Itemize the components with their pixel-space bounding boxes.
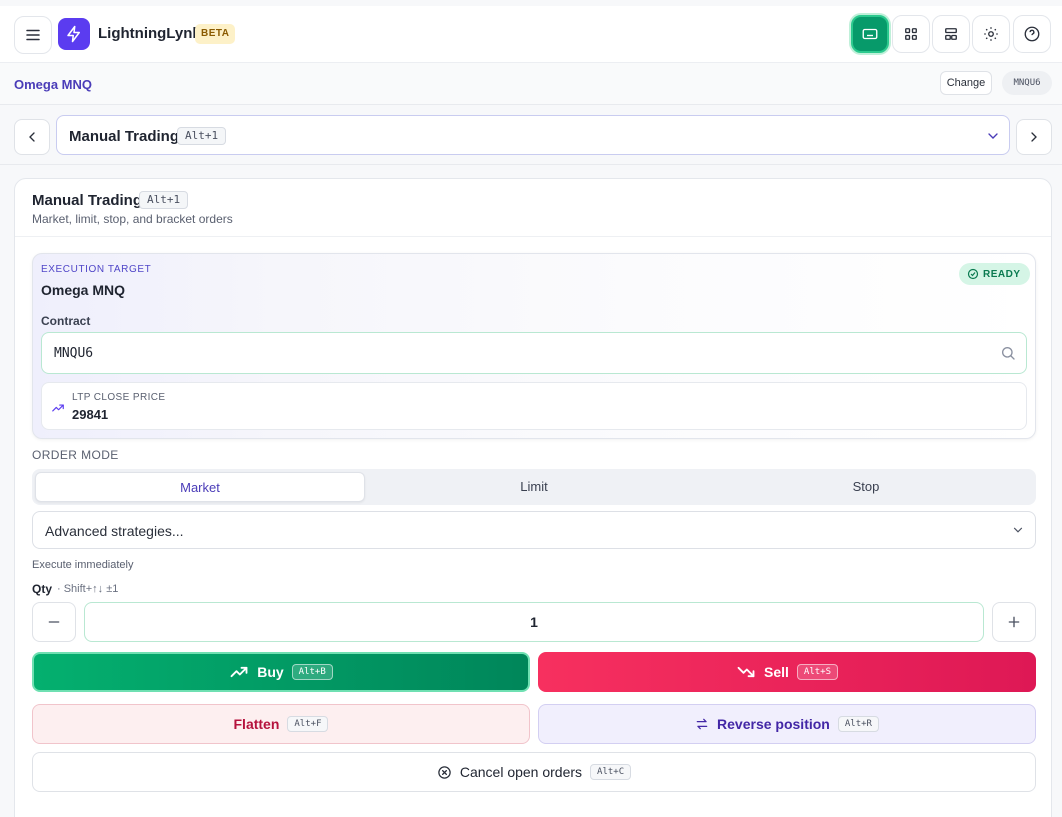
buy-label: Buy (257, 664, 284, 680)
order-mode-tabs: Market Limit Stop (32, 469, 1036, 505)
layout-icon (945, 28, 957, 40)
keyboard-icon (862, 28, 878, 40)
change-account-button[interactable]: Change (940, 71, 992, 95)
cancel-label: Cancel open orders (459, 764, 583, 780)
beta-badge: BETA (195, 24, 236, 44)
qty-decrement-button[interactable] (32, 602, 76, 642)
chevron-right-icon (1031, 132, 1037, 142)
buy-shortcut: Alt+B (291, 664, 333, 680)
grid-view-button[interactable] (892, 15, 930, 53)
reverse-position-button[interactable]: Reverse position Alt+R (538, 704, 1036, 744)
card-title: Manual Trading (32, 192, 143, 209)
status-text: READY (983, 268, 1021, 280)
sell-label: Sell (764, 664, 789, 680)
lightning-icon (67, 25, 80, 43)
trending-up-icon (230, 666, 248, 678)
tab-market[interactable]: Market (35, 472, 365, 502)
manual-trading-card: Manual Trading Alt+1 Market, limit, stop… (14, 178, 1052, 817)
chevron-down-icon (1013, 527, 1023, 533)
search-icon[interactable] (1000, 345, 1016, 361)
contract-label: Contract (41, 314, 91, 328)
strategy-nav: Manual Trading Alt+1 (0, 105, 1062, 165)
flatten-shortcut: Alt+F (287, 716, 329, 732)
contract-search-input[interactable]: MNQU6 (41, 332, 1027, 374)
menu-icon (26, 29, 40, 41)
qty-label: Qty (32, 582, 53, 596)
execution-target-label: EXECUTION TARGET (41, 264, 152, 275)
swap-arrows-icon (696, 718, 708, 730)
cancel-open-orders-button[interactable]: Cancel open orders Alt+C (32, 752, 1036, 792)
sell-shortcut: Alt+S (796, 664, 838, 680)
ltp-panel: LTP CLOSE PRICE 29841 (41, 382, 1027, 430)
flatten-label: Flatten (233, 716, 280, 732)
tab-limit[interactable]: Limit (369, 472, 699, 502)
order-mode-label: ORDER MODE (32, 448, 119, 462)
grid-icon (905, 28, 917, 40)
contract-pill: MNQU6 (1002, 71, 1052, 95)
buy-button[interactable]: Buy Alt+B (32, 652, 530, 692)
minus-icon (48, 621, 60, 623)
chevron-down-icon (988, 133, 998, 139)
ltp-value: 29841 (72, 407, 109, 422)
top-bar: LightningLynk BETA (0, 6, 1062, 63)
trending-down-icon (737, 666, 755, 678)
layout-button[interactable] (932, 15, 970, 53)
reverse-shortcut: Alt+R (837, 716, 879, 732)
order-mode-hint: Execute immediately (32, 559, 134, 571)
qty-input[interactable]: 1 (84, 602, 984, 642)
check-circle-icon (967, 268, 979, 280)
help-button[interactable] (1013, 15, 1051, 53)
execution-target-name: Omega MNQ (41, 282, 126, 298)
keyboard-shortcuts-button[interactable] (851, 15, 889, 53)
ltp-label: LTP CLOSE PRICE (72, 392, 166, 403)
account-name[interactable]: Omega MNQ (14, 77, 92, 92)
flatten-button[interactable]: Flatten Alt+F (32, 704, 530, 744)
brand-name: LightningLynk (98, 25, 201, 42)
trending-up-icon (52, 404, 64, 412)
reverse-label: Reverse position (717, 716, 830, 732)
contract-value: MNQU6 (54, 346, 94, 361)
settings-button[interactable] (972, 15, 1010, 53)
help-icon (1024, 26, 1040, 42)
gear-icon (984, 27, 998, 41)
brand-logo (58, 18, 90, 50)
advanced-strategies-select[interactable]: Advanced strategies... (32, 511, 1036, 549)
next-strategy-button[interactable] (1016, 119, 1052, 155)
card-subtitle: Market, limit, stop, and bracket orders (32, 212, 233, 226)
cancel-shortcut: Alt+C (590, 764, 632, 780)
card-header: Manual Trading Alt+1 Market, limit, stop… (15, 179, 1051, 237)
status-badge: READY (959, 263, 1030, 285)
strategy-select[interactable]: Manual Trading Alt+1 (56, 115, 1010, 155)
sell-button[interactable]: Sell Alt+S (538, 652, 1036, 692)
account-bar: Omega MNQ Change MNQU6 (0, 63, 1062, 105)
x-circle-icon (438, 765, 451, 779)
menu-button[interactable] (14, 16, 52, 54)
chevron-left-icon (29, 132, 35, 142)
strategy-shortcut: Alt+1 (177, 127, 227, 145)
prev-strategy-button[interactable] (14, 119, 50, 155)
execution-target-panel: EXECUTION TARGET Omega MNQ READY Contrac… (32, 253, 1036, 439)
qty-hint: · Shift+↑↓ ±1 (57, 583, 119, 595)
advanced-strategies-text: Advanced strategies... (45, 523, 184, 539)
plus-icon (1008, 616, 1020, 628)
tab-stop[interactable]: Stop (701, 472, 1031, 502)
strategy-title: Manual Trading (69, 128, 180, 145)
card-shortcut: Alt+1 (139, 191, 189, 209)
qty-increment-button[interactable] (992, 602, 1036, 642)
